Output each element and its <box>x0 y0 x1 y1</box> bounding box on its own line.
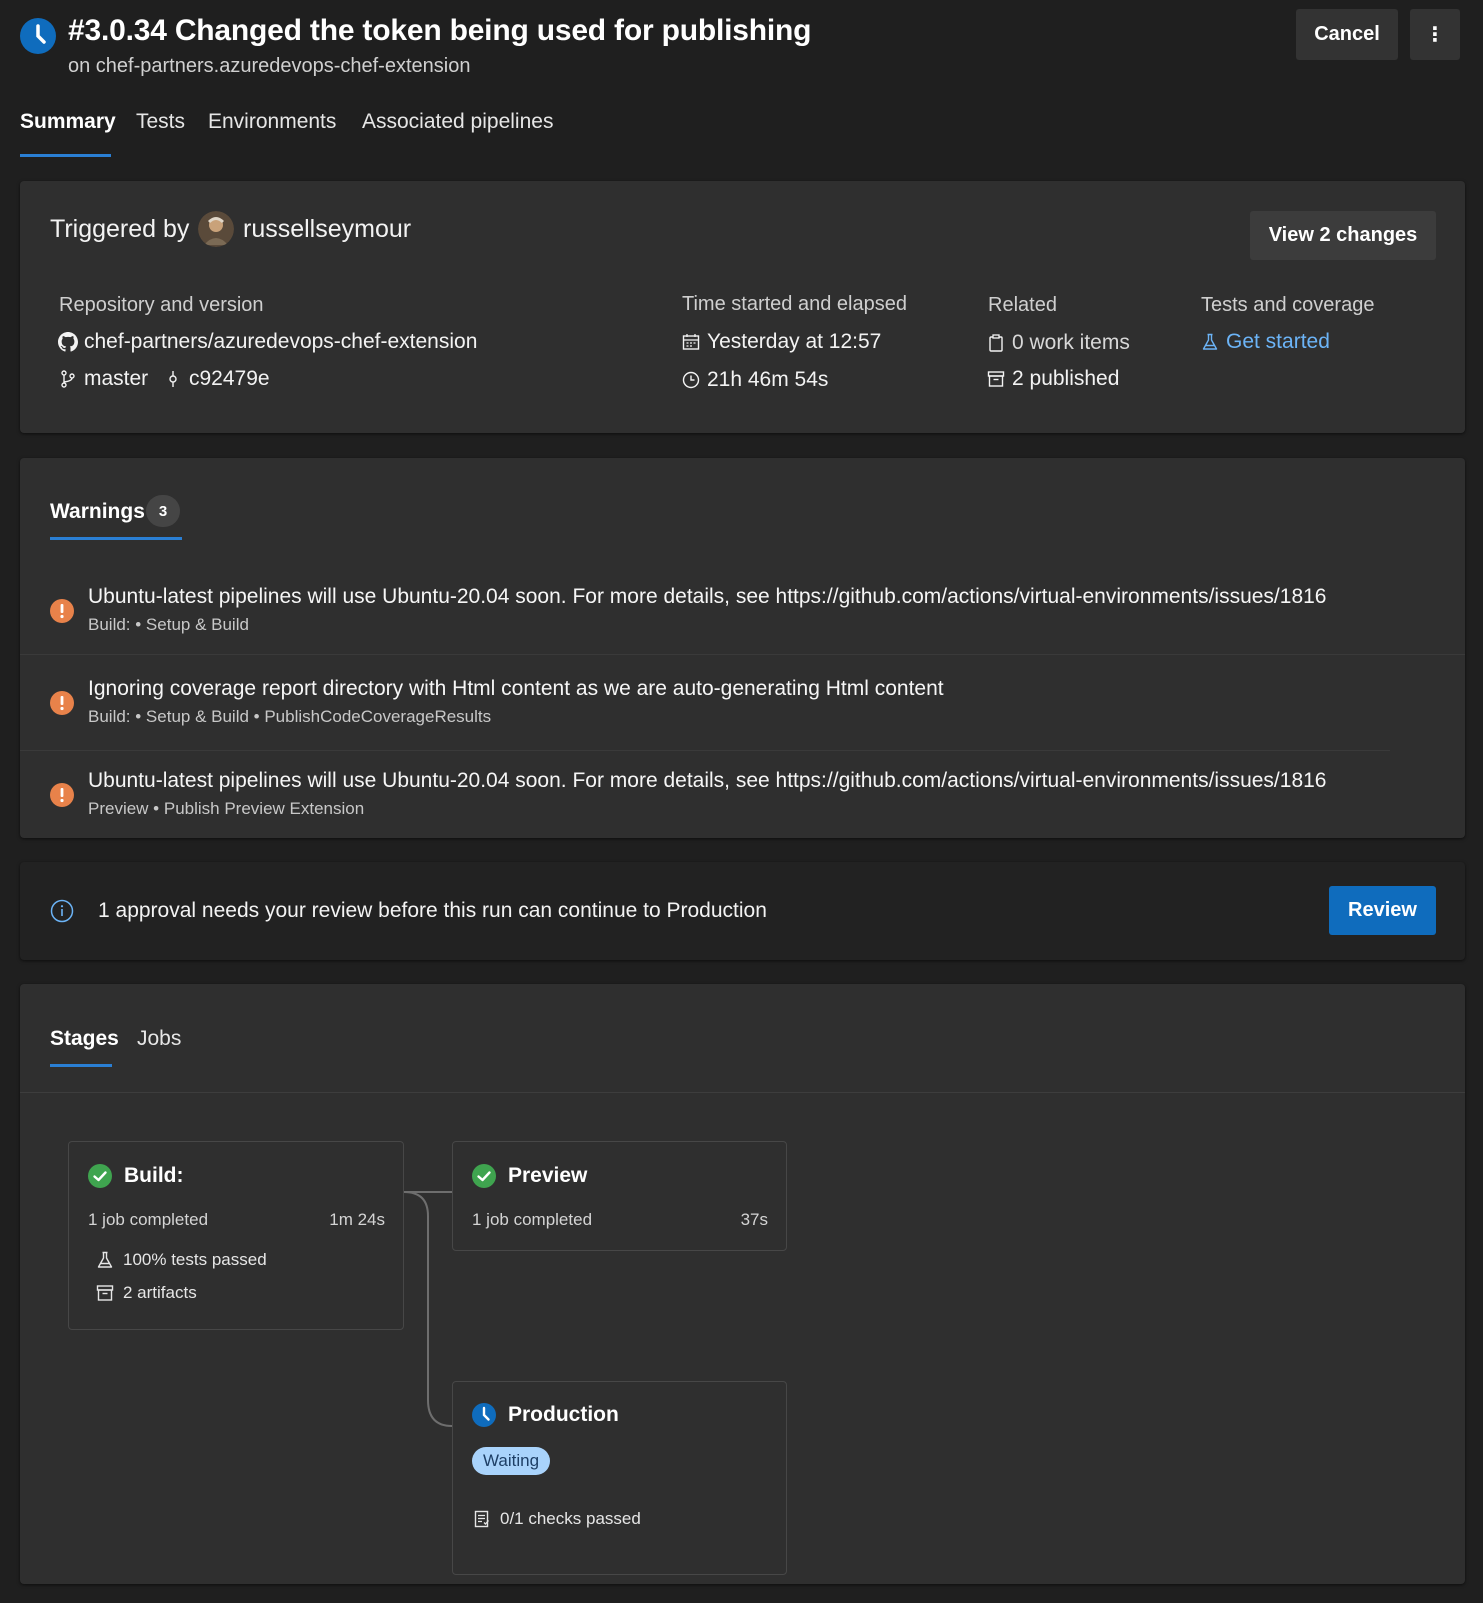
stage-name: Preview <box>508 1164 588 1187</box>
stage-connector <box>404 1191 453 1427</box>
work-items-link[interactable]: 0 work items <box>986 331 1130 355</box>
run-pipeline-name: on chef-partners.azuredevops-chef-extens… <box>68 55 471 77</box>
stage-duration: 37s <box>740 1210 768 1229</box>
stage-jobs-status: 1 job completed <box>88 1210 209 1229</box>
stage-preview[interactable]: Preview 1 job completed 37s <box>452 1141 787 1251</box>
warning-icon <box>50 599 74 623</box>
time-started-value: Yesterday at 12:57 <box>707 330 882 353</box>
commit-hash: c92479e <box>189 367 270 390</box>
warnings-count-badge: 3 <box>146 495 180 527</box>
more-actions-button[interactable]: ⋮ <box>1410 9 1460 60</box>
active-tab-indicator <box>20 154 111 157</box>
stage-duration: 1m 24s <box>329 1210 385 1229</box>
warning-item[interactable]: Ignoring coverage report directory with … <box>20 662 1465 754</box>
tests-coverage-label: Tests and coverage <box>1201 294 1375 316</box>
tab-associated-pipelines[interactable]: Associated pipelines <box>362 110 553 134</box>
get-started-link[interactable]: Get started <box>1200 330 1330 354</box>
stages-divider <box>20 1092 1465 1093</box>
repository-label: Repository and version <box>59 294 264 316</box>
status-badge: Waiting <box>472 1447 551 1475</box>
flask-icon <box>1202 333 1218 350</box>
warning-icon <box>50 691 74 715</box>
github-icon <box>58 332 78 352</box>
warning-message: Ubuntu-latest pipelines will use Ubuntu-… <box>88 585 1327 608</box>
stages-tab-indicator <box>50 1064 112 1067</box>
get-started-label: Get started <box>1226 330 1330 353</box>
tab-environments[interactable]: Environments <box>208 110 336 134</box>
stage-build[interactable]: Build: 1 job completed 1m 24s 100% tests… <box>68 1141 404 1330</box>
repository-link[interactable]: chef-partners/azuredevops-chef-extension <box>58 330 477 354</box>
stage-jobs-status: 1 job completed <box>472 1210 593 1229</box>
stage-name: Production <box>508 1403 619 1426</box>
run-in-progress-icon <box>20 18 56 54</box>
warnings-tab[interactable]: Warnings <box>50 500 145 524</box>
tab-stages[interactable]: Stages <box>50 1027 119 1051</box>
warning-message: Ignoring coverage report directory with … <box>88 677 944 700</box>
tab-tests[interactable]: Tests <box>136 110 185 134</box>
warning-source: Build: • Setup & Build • PublishCodeCove… <box>88 707 492 726</box>
success-icon <box>472 1164 496 1188</box>
triggered-by-username[interactable]: russellseymour <box>243 215 411 244</box>
commit-icon <box>169 371 177 387</box>
tab-summary[interactable]: Summary <box>20 110 116 134</box>
artifact-icon <box>96 1285 114 1301</box>
stage-checks[interactable]: 0/1 checks passed <box>472 1509 641 1529</box>
tab-jobs[interactable]: Jobs <box>137 1027 181 1051</box>
time-label: Time started and elapsed <box>682 293 907 315</box>
calendar-icon <box>682 334 700 350</box>
work-item-icon <box>989 334 1003 352</box>
triggered-by-label: Triggered by <box>50 215 190 243</box>
checks-label: 0/1 checks passed <box>500 1509 641 1528</box>
artifact-icon <box>987 371 1005 387</box>
tests-passed-label: 100% tests passed <box>123 1250 267 1269</box>
stage-tests-passed[interactable]: 100% tests passed <box>95 1250 267 1270</box>
approval-message: 1 approval needs your review before this… <box>98 899 767 922</box>
warning-source: Preview • Publish Preview Extension <box>88 799 365 818</box>
warning-divider <box>20 750 1390 751</box>
commit-link[interactable]: c92479e <box>163 367 270 391</box>
warning-item[interactable]: Ubuntu-latest pipelines will use Ubuntu-… <box>20 754 1465 846</box>
warning-source: Build: • Setup & Build <box>88 615 249 634</box>
clock-icon <box>682 371 700 389</box>
artifacts-label: 2 artifacts <box>123 1283 197 1302</box>
info-icon <box>50 899 74 923</box>
time-elapsed: 21h 46m 54s <box>681 368 828 392</box>
time-started: Yesterday at 12:57 <box>681 330 881 354</box>
warning-message: Ubuntu-latest pipelines will use Ubuntu-… <box>88 769 1327 792</box>
review-button[interactable]: Review <box>1329 886 1436 935</box>
success-icon <box>88 1164 112 1188</box>
work-items-count: 0 work items <box>1012 331 1130 354</box>
branch-link[interactable]: master <box>58 367 148 391</box>
stage-name: Build: <box>124 1164 184 1187</box>
run-title: #3.0.34 Changed the token being used for… <box>68 14 812 47</box>
published-count: 2 published <box>1012 367 1120 390</box>
stage-artifacts[interactable]: 2 artifacts <box>95 1283 197 1303</box>
repository-name: chef-partners/azuredevops-chef-extension <box>84 330 478 353</box>
stage-production[interactable]: Production Waiting 0/1 checks passed <box>452 1381 787 1575</box>
branch-icon <box>61 370 75 388</box>
more-vertical-icon: ⋮ <box>1425 24 1445 46</box>
warning-icon <box>50 783 74 807</box>
published-link[interactable]: 2 published <box>986 367 1119 391</box>
warning-item[interactable]: Ubuntu-latest pipelines will use Ubuntu-… <box>20 570 1465 662</box>
cancel-button[interactable]: Cancel <box>1296 9 1398 60</box>
avatar[interactable] <box>198 211 234 247</box>
branch-name: master <box>84 367 149 390</box>
checklist-icon <box>474 1510 489 1528</box>
waiting-clock-icon <box>472 1403 496 1427</box>
warning-divider <box>20 654 1465 655</box>
view-changes-button[interactable]: View 2 changes <box>1250 211 1436 260</box>
time-elapsed-value: 21h 46m 54s <box>707 368 829 391</box>
flask-icon <box>97 1251 113 1268</box>
warnings-tab-indicator <box>50 537 182 540</box>
related-label: Related <box>988 294 1057 316</box>
